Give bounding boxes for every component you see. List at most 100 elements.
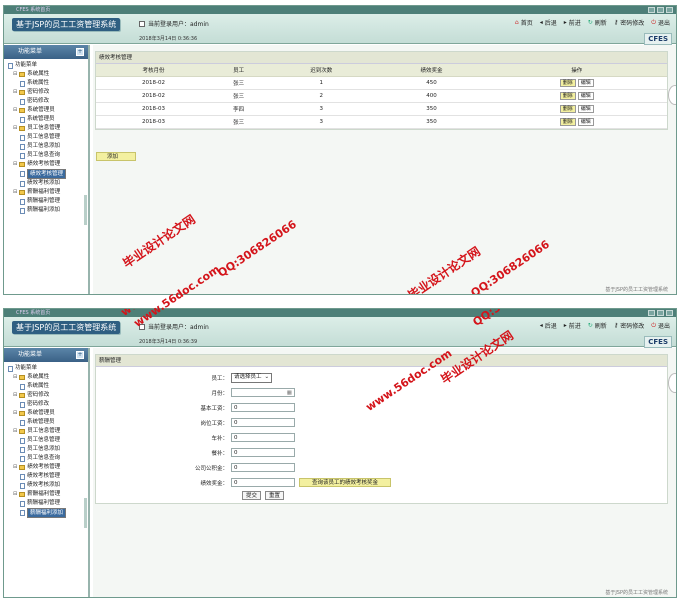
table-header-row: 考核月份 员工 迟到次数 绩效奖金 操作	[96, 64, 667, 77]
close-icon[interactable]	[666, 7, 673, 13]
tree-item[interactable]: 薪酬福利管理	[8, 499, 88, 508]
window-caption: CFES 系统首页	[16, 310, 51, 316]
collapse-icon[interactable]: +	[76, 351, 84, 359]
calendar-icon[interactable]: ▦	[287, 389, 292, 397]
table-row: 2018-02 张三 1 450 删除 编辑	[96, 76, 667, 90]
tree-item[interactable]: 员工信息添加	[8, 445, 88, 454]
root-icon	[8, 62, 13, 69]
minimize-icon[interactable]	[648, 7, 655, 13]
tree-group[interactable]: ⊟ 密码修改	[8, 391, 88, 400]
tree-group[interactable]: ⊟ 绩效考核管理	[8, 160, 88, 169]
month-input[interactable]: ▦	[231, 388, 295, 397]
tree-item[interactable]: 绩效考核添加	[8, 481, 88, 490]
side-handle[interactable]	[668, 85, 676, 105]
tree-group[interactable]: ⊟ 员工信息管理	[8, 124, 88, 133]
tree-group[interactable]: ⊟ 绩效考核管理	[8, 463, 88, 472]
car-allowance-input[interactable]: 0	[231, 433, 295, 442]
tree-item-selected[interactable]: 薪酬福利添加	[8, 508, 88, 518]
side-handle[interactable]	[668, 373, 676, 393]
maximize-icon[interactable]	[657, 7, 664, 13]
page-icon	[20, 446, 25, 453]
form-row-bonus: 绩效奖金： 0 查询该员工的绩效考核奖金	[96, 475, 667, 490]
cell-bonus: 450	[376, 76, 487, 90]
field-label: 岗位工资：	[200, 420, 228, 427]
tree-root[interactable]: 功能菜单	[8, 61, 88, 70]
nav-back[interactable]: ◂ 后退	[540, 321, 557, 330]
position-salary-input[interactable]: 0	[231, 418, 295, 427]
nav-forward[interactable]: ▸ 前进	[564, 18, 581, 27]
meal-allowance-input[interactable]: 0	[231, 448, 295, 457]
tree-item[interactable]: 系统属性	[8, 79, 88, 88]
tree-label: 系统属性	[27, 71, 50, 77]
tree-group[interactable]: ⊟ 系统管理员	[8, 409, 88, 418]
tree-label: 薪酬福利管理	[27, 500, 61, 506]
tree-root[interactable]: 功能菜单	[8, 364, 88, 373]
tree-item[interactable]: 员工信息查询	[8, 454, 88, 463]
nav-home[interactable]: ⌂ 首页	[515, 18, 533, 27]
column-header: 操作	[486, 64, 667, 77]
tree-item-selected[interactable]: 绩效考核管理	[8, 169, 88, 179]
delete-button[interactable]: 删除	[559, 117, 576, 126]
edit-button[interactable]: 编辑	[577, 91, 594, 100]
nav-password[interactable]: ⚷ 密码修改	[614, 18, 644, 27]
page-icon	[20, 198, 25, 205]
tree-group[interactable]: ⊟ 员工信息管理	[8, 427, 88, 436]
page-icon	[20, 143, 25, 150]
tree-group[interactable]: ⊟ 系统属性	[8, 70, 88, 79]
add-button[interactable]: 添加	[96, 152, 136, 161]
nav-exit[interactable]: ⏻ 退出	[651, 321, 670, 330]
nav-back[interactable]: ◂ 后退	[540, 18, 557, 27]
employee-select[interactable]: 请选择员工 ⌄	[231, 372, 273, 383]
tree-item[interactable]: 系统管理员	[8, 418, 88, 427]
submit-button[interactable]: 提交	[242, 491, 262, 500]
delete-button[interactable]: 删除	[559, 104, 576, 113]
current-user: 当前登录用户：admin	[139, 19, 209, 28]
close-icon[interactable]	[666, 310, 673, 316]
tree-item[interactable]: 员工信息管理	[8, 436, 88, 445]
tree-item[interactable]: 系统管理员	[8, 115, 88, 124]
nav-refresh[interactable]: ↻ 刷新	[588, 18, 607, 27]
sidebar-scrollbar[interactable]	[84, 195, 87, 225]
edit-button[interactable]: 编辑	[577, 78, 594, 87]
tree-group[interactable]: ⊟ 密码修改	[8, 88, 88, 97]
collapse-icon[interactable]: +	[76, 48, 84, 56]
sidebar-scrollbar[interactable]	[84, 498, 87, 528]
tree-item[interactable]: 员工信息管理	[8, 133, 88, 142]
bonus-input[interactable]: 0	[231, 478, 295, 487]
reset-button[interactable]: 重置	[265, 491, 285, 500]
minimize-icon[interactable]	[648, 310, 655, 316]
tree-item[interactable]: 绩效考核添加	[8, 179, 88, 188]
form-row-car: 车补： 0	[96, 430, 667, 445]
system-title: 基于JSP的员工工资管理系统	[12, 18, 121, 31]
tree-item[interactable]: 员工信息添加	[8, 142, 88, 151]
maximize-icon[interactable]	[657, 310, 664, 316]
edit-button[interactable]: 编辑	[577, 104, 594, 113]
base-salary-input[interactable]: 0	[231, 403, 295, 412]
housing-fund-input[interactable]: 0	[231, 463, 295, 472]
tree-group[interactable]: ⊟ 系统属性	[8, 373, 88, 382]
delete-button[interactable]: 删除	[559, 78, 576, 87]
brand-badge: CFES	[644, 33, 672, 45]
tree-group[interactable]: ⊟ 薪酬福利管理	[8, 490, 88, 499]
nav-refresh[interactable]: ↻ 刷新	[588, 321, 607, 330]
folder-icon	[19, 393, 26, 398]
page-icon	[20, 455, 25, 462]
nav-password[interactable]: ⚷ 密码修改	[614, 321, 644, 330]
tree-item[interactable]: 薪酬福利管理	[8, 197, 88, 206]
tree-group[interactable]: ⊟ 系统管理员	[8, 106, 88, 115]
tree-item[interactable]: 密码修改	[8, 400, 88, 409]
cell-month: 2018-03	[96, 115, 212, 129]
tree-item[interactable]: 绩效考核管理	[8, 472, 88, 481]
query-bonus-button[interactable]: 查询该员工的绩效考核奖金	[299, 478, 392, 487]
tree-item[interactable]: 薪酬福利添加	[8, 206, 88, 215]
tree-item[interactable]: 员工信息查询	[8, 151, 88, 160]
delete-button[interactable]: 删除	[559, 91, 576, 100]
tree-label: 绩效考核添加	[27, 180, 61, 186]
nav-exit[interactable]: ⏻ 退出	[651, 18, 670, 27]
folder-icon	[19, 375, 26, 380]
tree-group[interactable]: ⊟ 薪酬福利管理	[8, 188, 88, 197]
tree-item[interactable]: 密码修改	[8, 97, 88, 106]
tree-item[interactable]: 系统属性	[8, 382, 88, 391]
nav-forward[interactable]: ▸ 前进	[564, 321, 581, 330]
edit-button[interactable]: 编辑	[577, 117, 594, 126]
